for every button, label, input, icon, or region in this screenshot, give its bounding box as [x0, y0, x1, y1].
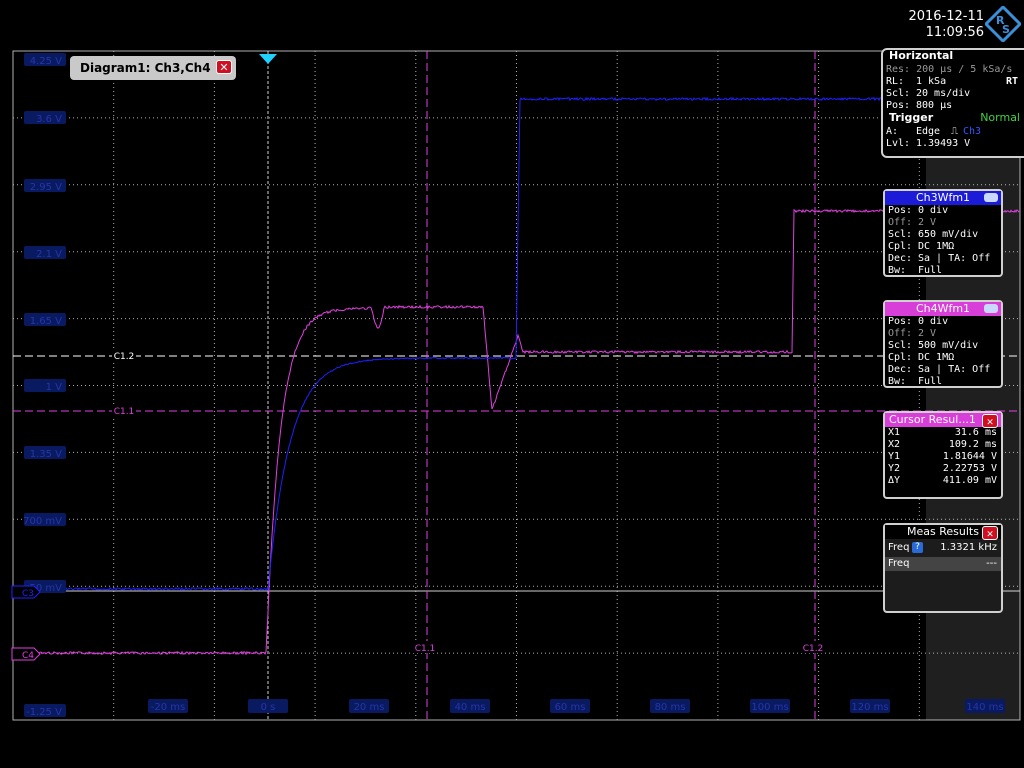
svg-text:-20 ms: -20 ms: [151, 702, 185, 713]
x-axis-label: 120 ms: [850, 699, 890, 713]
grid: [12, 50, 1021, 721]
svg-text:40 ms: 40 ms: [455, 702, 486, 713]
help-icon[interactable]: ?: [912, 542, 923, 553]
markers[interactable]: C3 C4: [11, 54, 277, 661]
panel-row: Cpl: DC 1MΩ: [888, 352, 955, 363]
svg-text:3.6 V: 3.6 V: [36, 114, 62, 125]
svg-text:20 ms: 20 ms: [354, 702, 385, 713]
svg-text:80 ms: 80 ms: [655, 702, 686, 713]
x-axis-label: 40 ms: [450, 699, 490, 713]
panel-row: ΔY 411.09 mV: [888, 475, 997, 486]
svg-text:0 s: 0 s: [261, 702, 276, 713]
svg-text:C1.1: C1.1: [415, 644, 436, 654]
edge-rising-icon: ⎍: [951, 126, 958, 137]
minimize-icon[interactable]: [984, 193, 998, 202]
close-icon[interactable]: ✕: [982, 526, 998, 540]
horizontal-scl: Scl: 20 ms/div: [886, 88, 971, 99]
date-display: 2016-12-11: [908, 9, 984, 24]
panel-row: Y2 2.22753 V: [888, 463, 997, 474]
svg-text:C1.2: C1.2: [803, 644, 824, 654]
svg-text:700 mV: 700 mV: [23, 516, 62, 527]
svg-text:60 ms: 60 ms: [555, 702, 586, 713]
panel-row: Dec: Sa | TA: Off: [888, 364, 991, 375]
trigger-title: Trigger Normal: [889, 111, 1020, 124]
x-axis-labels: -20 ms 0 s 20 ms 40 ms 60 ms 80 ms 100 ms 120 m…: [148, 699, 1005, 713]
svg-text:C1.2: C1.2: [114, 352, 135, 362]
y-axis-label: 1.65 V: [24, 313, 66, 327]
svg-text:C4: C4: [22, 651, 34, 661]
panel-row: X1 31.6 ms: [888, 427, 997, 438]
diagram-label[interactable]: Diagram1: Ch3,Ch4 ✕: [70, 56, 236, 80]
close-icon[interactable]: ✕: [216, 60, 232, 74]
svg-text:1.35 V: 1.35 V: [30, 449, 62, 460]
rohde-schwarz-logo-icon: R S: [985, 6, 1021, 42]
panel-row: Off: 2 V: [888, 217, 937, 228]
svg-text:1.65 V: 1.65 V: [30, 316, 62, 327]
svg-text:140 ms: 140 ms: [966, 702, 1003, 713]
panel-row: Bw: Full: [888, 376, 943, 387]
close-icon[interactable]: ✕: [982, 414, 998, 428]
meas-row[interactable]: Freq ? 1.3321 kHz: [885, 541, 1001, 555]
waveform-diagram[interactable]: C1.2 C1.1 C1.1 C1.2 4.25 V 3.6 V 2.95 V 2.1 V 1…: [0, 0, 1024, 768]
panel-row: Pos: 0 div: [888, 316, 949, 327]
trigger-position-marker[interactable]: [259, 54, 277, 64]
panel-row: Off: 2 V: [888, 328, 937, 339]
y-axis-label: -1.25 V: [24, 704, 66, 718]
svg-text:S: S: [1002, 23, 1010, 36]
panel-row: Scl: 500 mV/div: [888, 340, 979, 351]
y-axis-label: 2.95 V: [24, 179, 66, 193]
ch3-panel[interactable]: Ch3Wfm1 Pos: 0 div Off: 2 V Scl: 650 mV/div Cp…: [883, 189, 1003, 277]
meas-results-panel[interactable]: Meas Results ✕ Freq ? 1.3321 kHz Freq --…: [883, 523, 1003, 613]
svg-text:2.1 V: 2.1 V: [36, 249, 62, 260]
panel-row: Scl: 650 mV/div: [888, 229, 979, 240]
svg-text:2.95 V: 2.95 V: [30, 182, 62, 193]
horizontal-rl: RL: 1 kSa RT: [886, 76, 1018, 87]
svg-text:C3: C3: [22, 589, 34, 599]
x-axis-label: 140 ms: [965, 699, 1005, 713]
svg-text:-1.25 V: -1.25 V: [26, 707, 62, 718]
oscilloscope-screen: C1.2 C1.1 C1.1 C1.2 4.25 V 3.6 V 2.95 V 2.1 V 1…: [0, 0, 1024, 768]
cursor-results-panel[interactable]: Cursor Resul...1 ✕ X1 31.6 ms X2 109.2 ms Y1…: [883, 411, 1003, 499]
horizontal-panel[interactable]: Horizontal Res: 200 µs / 5 kSa/s RL: 1 kS…: [881, 48, 1024, 158]
minimize-icon[interactable]: [984, 304, 998, 313]
svg-text:4.25 V: 4.25 V: [30, 56, 62, 67]
y-axis-label: 2.1 V: [24, 246, 66, 260]
svg-text:120 ms: 120 ms: [851, 702, 888, 713]
meas-row[interactable]: Freq ---: [885, 557, 1001, 571]
x-axis-label: 100 ms: [750, 699, 790, 713]
panel-row: Pos: 0 div: [888, 205, 949, 216]
channel-marker[interactable]: C4: [11, 647, 41, 661]
x-axis-label: 20 ms: [349, 699, 389, 713]
y-axis-label: 700 mV: [23, 513, 66, 527]
y-axis-label: 3.6 V: [24, 111, 66, 125]
ch4-panel[interactable]: Ch4Wfm1 Pos: 0 div Off: 2 V Scl: 500 mV/div Cp…: [883, 300, 1003, 388]
panel-row: Y1 1.81644 V: [888, 451, 997, 462]
y-axis-labels: 4.25 V 3.6 V 2.95 V 2.1 V 1.65 V 1 V 1.35 V 700…: [23, 53, 66, 718]
time-display: 11:09:56: [925, 25, 984, 40]
cursor-label[interactable]: C1.2: [801, 641, 825, 654]
y-axis-label: 1.35 V: [24, 446, 66, 460]
cursor-label[interactable]: C1.1: [112, 404, 136, 417]
x-axis-label: 60 ms: [550, 699, 590, 713]
panel-row: X2 109.2 ms: [888, 439, 997, 450]
panel-row: Dec: Sa | TA: Off: [888, 253, 991, 264]
svg-text:1 V: 1 V: [46, 382, 63, 393]
x-axis-label: 0 s: [248, 699, 288, 713]
trigger-source: A: Edge ⎍ Ch3: [886, 126, 982, 137]
panel-row: Cpl: DC 1MΩ: [888, 241, 955, 252]
cursor-label[interactable]: C1.2: [112, 349, 136, 362]
diagram-title: Diagram1: Ch3,Ch4: [80, 61, 211, 75]
x-axis-label: 80 ms: [650, 699, 690, 713]
horizontal-title: Horizontal: [889, 49, 954, 62]
cursor-label[interactable]: C1.1: [413, 641, 437, 654]
horizontal-res: Res: 200 µs / 5 kSa/s: [886, 64, 1013, 75]
y-axis-label: 4.25 V: [24, 53, 66, 67]
svg-text:100 ms: 100 ms: [751, 702, 788, 713]
channel-marker[interactable]: C3: [11, 585, 41, 599]
y-axis-label: 1 V: [24, 379, 66, 393]
svg-text:C1.1: C1.1: [114, 407, 135, 417]
x-axis-label: -20 ms: [148, 699, 188, 713]
trigger-level: Lvl: 1.39493 V: [886, 138, 971, 149]
panel-row: Bw: Full: [888, 265, 943, 276]
